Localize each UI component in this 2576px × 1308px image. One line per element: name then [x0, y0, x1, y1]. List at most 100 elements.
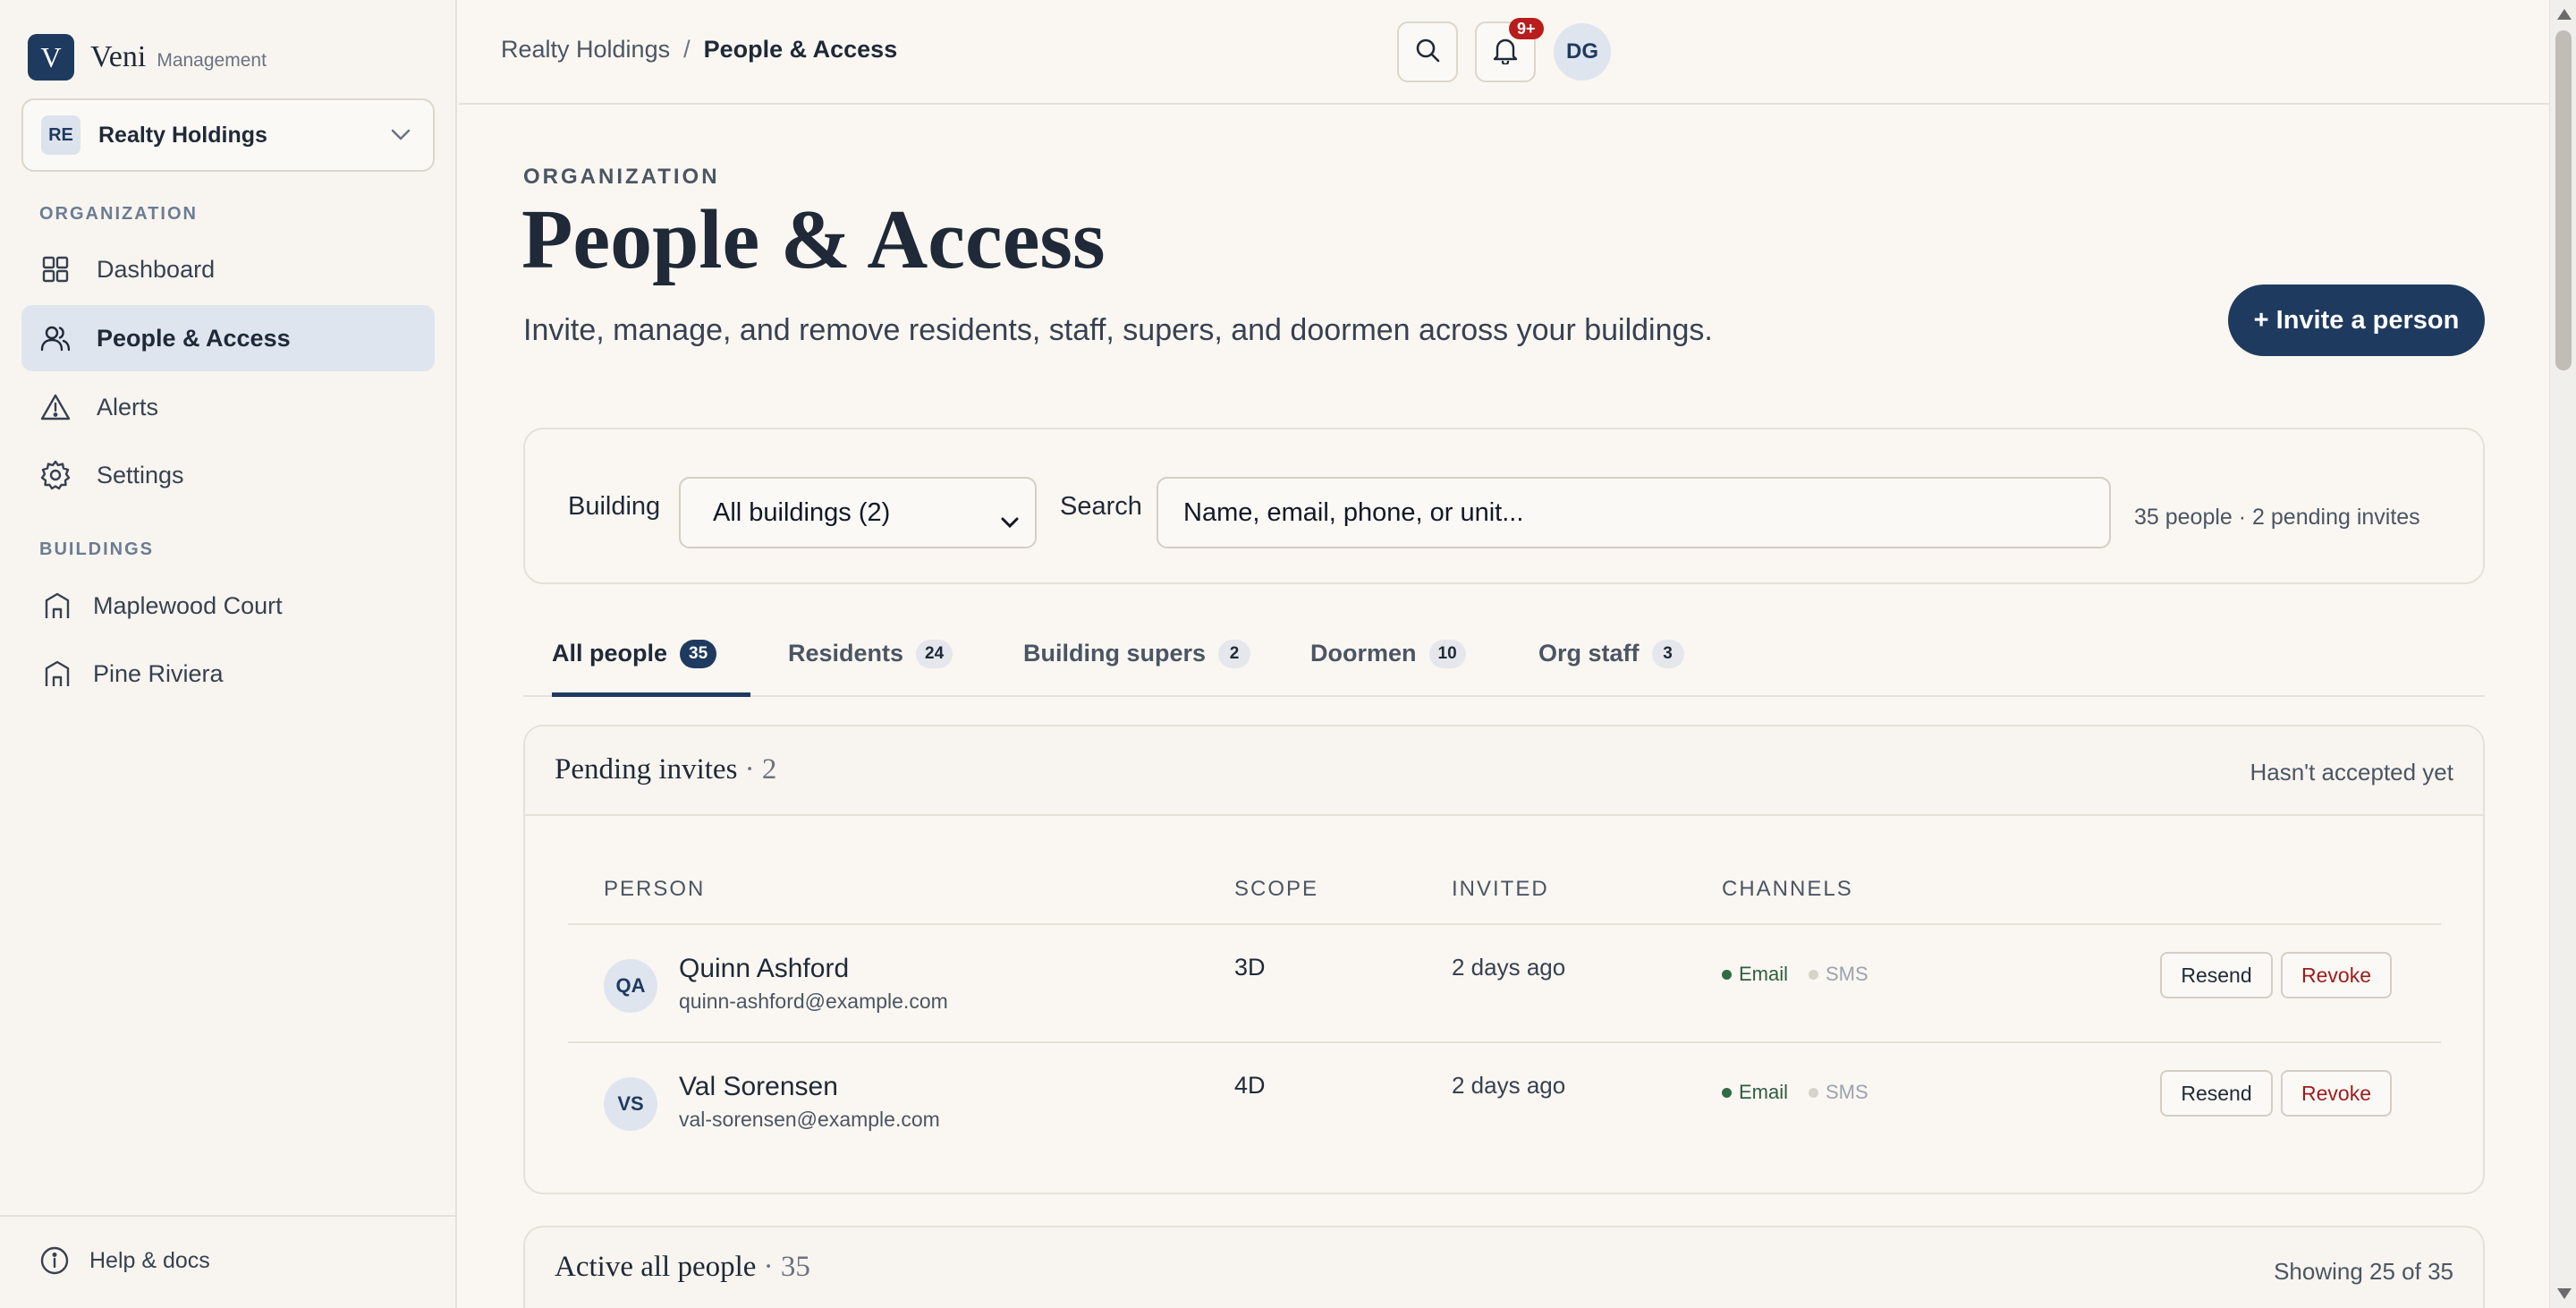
pending-invites-title: Pending invites · 2 [555, 753, 776, 786]
brand[interactable]: V Veni Management [28, 34, 267, 81]
user-avatar[interactable]: DG [1554, 23, 1611, 81]
sidebar-item-dashboard[interactable]: Dashboard [21, 236, 435, 302]
sidebar-item-people-access[interactable]: People & Access [21, 305, 435, 371]
card-title-count: · 2 [744, 753, 777, 786]
channel-sms: SMS [1809, 1081, 1868, 1104]
channel-label: SMS [1826, 963, 1868, 985]
sidebar-item-label: Alerts [97, 393, 159, 420]
building-filter-label: Building [568, 492, 661, 521]
bell-icon [1492, 36, 1519, 69]
tab-label: Building supers [1023, 640, 1207, 667]
notifications-button[interactable]: 9+ [1475, 18, 1544, 82]
page-eyebrow: ORGANIZATION [523, 165, 720, 189]
tab-doormen[interactable]: Doormen 10 [1310, 624, 1466, 697]
card-title-count: · 35 [763, 1251, 810, 1283]
channel-label: SMS [1826, 1081, 1868, 1103]
invited-value: 2 days ago [1452, 954, 1566, 981]
status-dot [1809, 969, 1818, 980]
tab-building-supers[interactable]: Building supers 2 [1023, 624, 1251, 697]
column-header-person: PERSON [604, 877, 706, 901]
scrollbar-thumb[interactable] [2555, 30, 2572, 370]
invited-value: 2 days ago [1452, 1072, 1566, 1099]
active-people-title: Active all people · 35 [555, 1251, 810, 1284]
page-scrollbar[interactable] [2549, 0, 2576, 1308]
pending-note: Hasn't accepted yet [2250, 759, 2453, 786]
org-switcher[interactable]: RE Realty Holdings [21, 98, 435, 172]
status-dot [1809, 1087, 1818, 1098]
org-name: Realty Holdings [98, 122, 267, 148]
scroll-down-arrow-icon[interactable] [2557, 1288, 2572, 1299]
search-filter-label: Search [1060, 492, 1142, 521]
sidebar-item-label: Maplewood Court [93, 591, 283, 619]
building-select[interactable]: All buildings (2) [679, 477, 1037, 548]
sidebar-item-label: People & Access [97, 324, 291, 352]
table-row: QA Quinn Ashford quinn-ashford@example.c… [568, 923, 2441, 1041]
tab-label: Org staff [1538, 640, 1640, 667]
column-header-channels: CHANNELS [1722, 877, 1853, 901]
sidebar-item-settings[interactable]: Settings [21, 442, 435, 508]
search-input[interactable] [1157, 477, 2111, 548]
avatar: VS [604, 1077, 657, 1131]
brand-logo: V [28, 34, 74, 81]
warning-icon [39, 391, 72, 423]
building-select-value: All buildings (2) [713, 497, 891, 527]
pending-invites-card: Pending invites · 2 Hasn't accepted yet … [523, 725, 2485, 1194]
tab-count-badge: 35 [680, 640, 717, 668]
chevron-down-icon [383, 129, 419, 141]
person-email: val-sorensen@example.com [679, 1108, 940, 1131]
topbar: Realty Holdings / People & Access 9+ DG [459, 0, 2549, 105]
gear-icon [39, 459, 72, 491]
org-badge: RE [41, 115, 80, 155]
status-dot [1722, 1087, 1732, 1098]
tab-count-badge: 10 [1428, 640, 1466, 668]
sidebar: V Veni Management RE Realty Holdings ORG… [0, 0, 457, 1308]
tab-label: All people [552, 640, 668, 667]
card-title-text: Pending invites [555, 753, 738, 786]
breadcrumb: Realty Holdings / People & Access [501, 36, 897, 64]
breadcrumb-root[interactable]: Realty Holdings [501, 36, 670, 64]
resend-button[interactable]: Resend [2160, 952, 2273, 998]
people-tabs: All people 35 Residents 24 Building supe… [523, 624, 2485, 697]
active-people-card: Active all people · 35 Showing 25 of 35 [523, 1226, 2485, 1308]
revoke-button[interactable]: Revoke [2281, 1070, 2392, 1117]
breadcrumb-separator: / [683, 36, 691, 63]
table-row: VS Val Sorensen val-sorensen@example.com… [568, 1041, 2441, 1159]
channel-email: Email [1722, 963, 1788, 986]
search-button[interactable] [1397, 21, 1458, 82]
tab-label: Residents [788, 640, 904, 667]
invite-person-button[interactable]: + Invite a person [2228, 285, 2485, 356]
channel-email: Email [1722, 1081, 1788, 1104]
column-header-invited: INVITED [1452, 877, 1549, 901]
building-icon [41, 590, 73, 622]
avatar: QA [604, 959, 657, 1013]
brand-name: Veni [90, 40, 147, 73]
page-subtitle: Invite, manage, and remove residents, st… [523, 313, 1713, 347]
page-title: People & Access [521, 193, 1106, 286]
sidebar-item-alerts[interactable]: Alerts [21, 374, 435, 440]
tab-count-badge: 2 [1218, 640, 1251, 668]
sidebar-item-label: Settings [97, 461, 184, 488]
channel-label: Email [1739, 963, 1789, 985]
channel-label: Email [1739, 1081, 1789, 1103]
notification-count-badge: 9+ [1509, 18, 1544, 39]
card-header: Pending invites · 2 Hasn't accepted yet [525, 726, 2483, 816]
scroll-up-arrow-icon[interactable] [2557, 9, 2572, 20]
sidebar-item-maplewood-court[interactable]: Maplewood Court [21, 573, 435, 639]
sidebar-item-pine-riviera[interactable]: Pine Riviera [21, 641, 435, 707]
section-label-organization: ORGANIZATION [39, 204, 198, 224]
tab-org-staff[interactable]: Org staff 3 [1538, 624, 1684, 697]
help-label: Help & docs [89, 1247, 210, 1273]
grid-icon [39, 253, 72, 285]
person-email: quinn-ashford@example.com [679, 989, 948, 1013]
status-dot [1722, 969, 1732, 980]
tab-all-people[interactable]: All people 35 [552, 624, 750, 697]
help-docs-link[interactable]: Help & docs [39, 1245, 210, 1276]
tab-residents[interactable]: Residents 24 [788, 624, 953, 697]
revoke-button[interactable]: Revoke [2281, 952, 2392, 998]
chevron-down-icon [1001, 505, 1019, 535]
person-name: Quinn Ashford [679, 954, 850, 983]
resend-button[interactable]: Resend [2160, 1070, 2273, 1117]
users-icon [39, 322, 72, 354]
filter-bar: Building All buildings (2) Search 35 peo… [523, 428, 2485, 584]
column-header-scope: SCOPE [1234, 877, 1319, 901]
